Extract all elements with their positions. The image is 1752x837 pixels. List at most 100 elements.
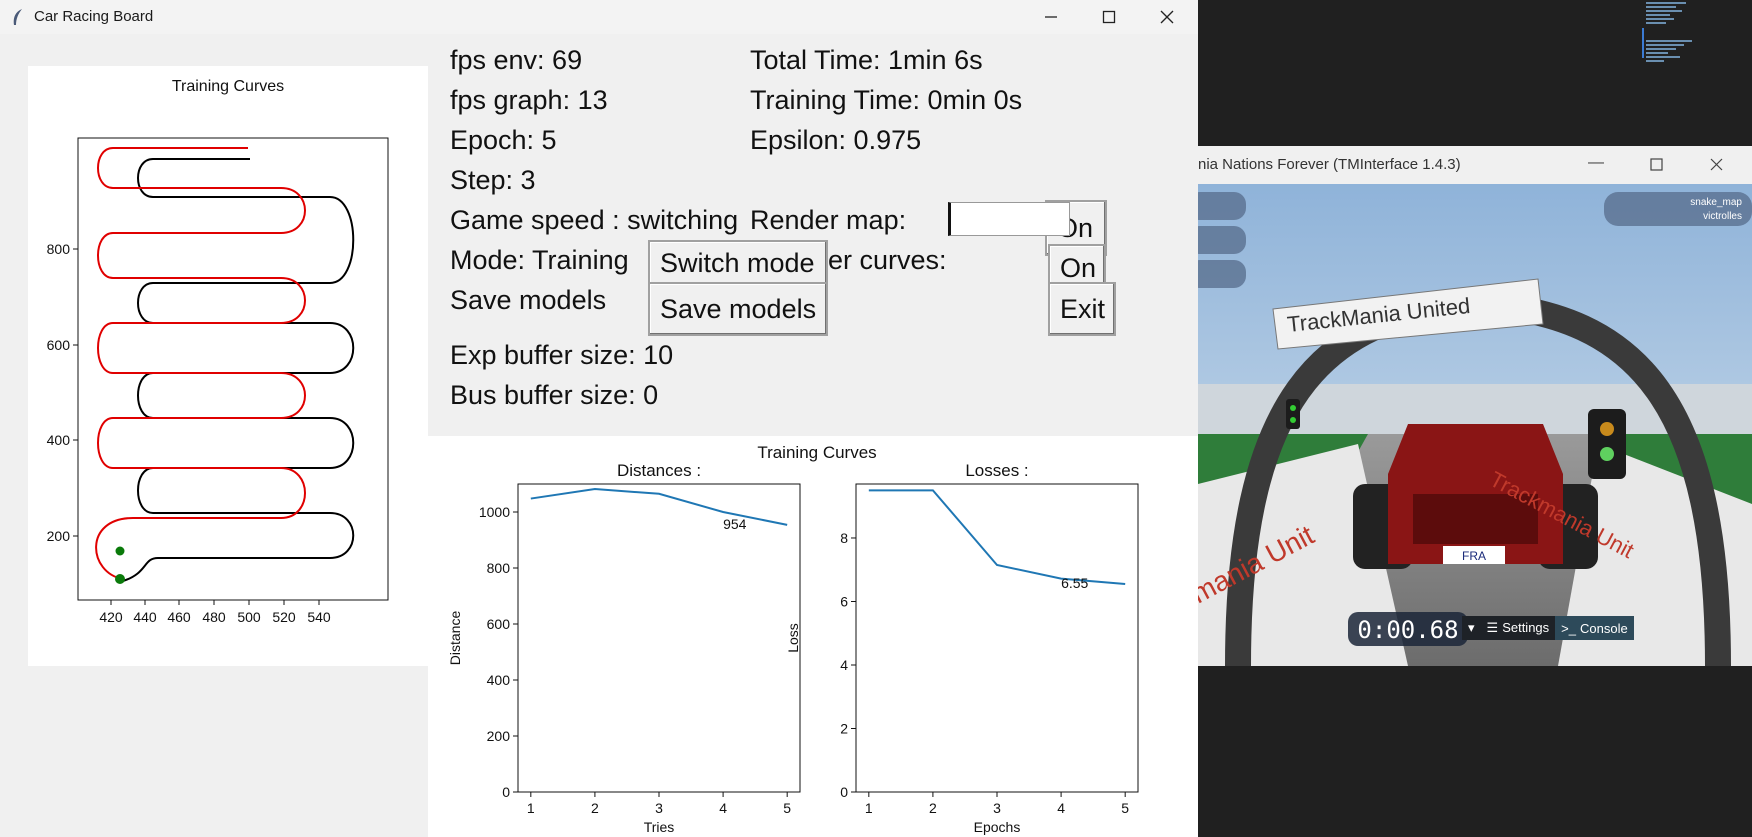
- subplot-title: Losses :: [965, 461, 1028, 480]
- track-plot-axes: [77, 137, 389, 601]
- settings-tab[interactable]: ☰ Settings: [1481, 620, 1556, 636]
- x-tick-label: 5: [1121, 800, 1129, 816]
- game-close-icon[interactable]: [1710, 158, 1723, 171]
- y-tick-label: 600: [487, 616, 511, 632]
- switch-mode-button[interactable]: Switch mode: [648, 240, 828, 286]
- track-plot: Training Curves 420 440 460 480 500 520 540 200…: [47, 78, 389, 625]
- close-icon: [1160, 10, 1174, 24]
- x-tick-label: 5: [783, 800, 791, 816]
- track-x-tick-label: 500: [237, 609, 261, 625]
- track-y-tick-label: 600: [47, 337, 71, 353]
- car-position-point: [115, 574, 125, 584]
- hud-pill-3: [1198, 260, 1246, 288]
- y-axis-label: Loss: [785, 623, 801, 653]
- race-timer: 0:00.68: [1357, 616, 1458, 644]
- x-tick-label: 4: [1057, 800, 1065, 816]
- y-tick-label: 0: [840, 784, 848, 800]
- epsilon-label: Epsilon: 0.975: [750, 125, 922, 155]
- x-tick-label: 1: [527, 800, 535, 816]
- track-y-tick-label: 200: [47, 528, 71, 544]
- track-x-tick-label: 460: [167, 609, 191, 625]
- x-tick-label: 2: [929, 800, 937, 816]
- track-y-tick-label: 800: [47, 241, 71, 257]
- y-tick-label: 6: [840, 593, 848, 609]
- game-viewport[interactable]: TrackMania United FRA mania Unit Trackma…: [1198, 184, 1752, 666]
- x-axis-label: Epochs: [974, 819, 1021, 835]
- y-tick-label: 8: [840, 530, 848, 546]
- training-curves-figure: Training Curves Distances : 1 2 3 4 5 0 200 400 6…: [428, 436, 1198, 837]
- y-axis-label: Distance: [447, 611, 463, 666]
- y-tick-label: 400: [487, 672, 511, 688]
- track-x-tick-label: 480: [202, 609, 226, 625]
- traffic-light-right: [1588, 409, 1626, 479]
- exit-button[interactable]: Exit: [1048, 282, 1116, 336]
- subplot-1: Distances : 1 2 3 4 5 0 200 400 600 800 1000 954 Trie…: [447, 461, 801, 835]
- editor-minimap: [1640, 0, 1752, 70]
- training-curves-title: Training Curves: [757, 443, 876, 462]
- x-tick-label: 1: [865, 800, 873, 816]
- track-x-tick-label: 520: [272, 609, 296, 625]
- start-point: [115, 546, 125, 556]
- bus-buffer-label: Bus buffer size: 0: [450, 380, 659, 410]
- minimize-button[interactable]: [1022, 0, 1080, 34]
- last-value-annotation: 954: [723, 516, 747, 532]
- game-speed-label: Game speed : switching: [450, 205, 739, 235]
- render-curves-label: er curves:: [828, 245, 947, 275]
- training-time-label: Training Time: 0min 0s: [750, 85, 1023, 115]
- hud-pill-2: [1198, 226, 1246, 254]
- close-button[interactable]: [1138, 0, 1196, 34]
- track-plot-panel: Training Curves 420 440 460 480 500 520 540 200…: [28, 66, 428, 666]
- collapse-icon[interactable]: ▾: [1462, 620, 1481, 636]
- exp-buffer-label: Exp buffer size: 10: [450, 340, 674, 370]
- race-scene: TrackMania United FRA mania Unit Trackma…: [1198, 184, 1752, 666]
- game-title-bar: nia Nations Forever (TMInterface 1.4.3) …: [1198, 146, 1752, 184]
- map-name: snake_map: [1690, 197, 1742, 208]
- x-tick-label: 3: [993, 800, 1001, 816]
- console-label: Console: [1580, 620, 1628, 636]
- y-tick-label: 0: [502, 784, 510, 800]
- terminal-icon: >_: [1561, 620, 1576, 636]
- training-curves-svg: Training Curves Distances : 1 2 3 4 5 0 200 400 6…: [447, 443, 1139, 835]
- track-plot-title: Training Curves: [172, 78, 284, 95]
- title-bar: Car Racing Board: [0, 0, 1198, 34]
- mode-label: Mode: Training: [450, 245, 629, 275]
- y-tick-label: 200: [487, 728, 511, 744]
- car-racing-board-window: Car Racing Board Training Curves 420 440 4…: [0, 0, 1198, 837]
- hud-pill-1: [1198, 192, 1246, 220]
- game-minimize-icon[interactable]: —: [1588, 154, 1604, 172]
- subplot-title: Distances :: [617, 461, 701, 480]
- render-map-entry[interactable]: [948, 202, 1070, 236]
- settings-label: Settings: [1502, 620, 1550, 635]
- subplot-axes: [855, 483, 1139, 793]
- step-label: Step: 3: [450, 165, 536, 195]
- trackmania-window: nia Nations Forever (TMInterface 1.4.3) …: [1198, 146, 1752, 666]
- window-title: Car Racing Board: [34, 8, 154, 25]
- exit-label: Exit: [1060, 293, 1106, 324]
- minimize-icon: [1045, 16, 1057, 18]
- game-maximize-icon[interactable]: [1650, 158, 1663, 171]
- maximize-button[interactable]: [1080, 0, 1138, 34]
- traffic-light-left: [1286, 399, 1300, 429]
- subplot-2: Losses : 1 2 3 4 5 0 2 4 6 8 6.55 Epochs Loss: [785, 461, 1139, 835]
- render-map-label: Render map:: [750, 205, 907, 235]
- map-author: victrolles: [1703, 211, 1742, 222]
- total-time-label: Total Time: 1min 6s: [750, 45, 983, 75]
- track-y-tick-label: 400: [47, 432, 71, 448]
- save-models-button-label: Save models: [660, 293, 817, 324]
- y-tick-label: 4: [840, 657, 848, 673]
- last-value-annotation: 6.55: [1061, 575, 1088, 591]
- tminterface-bar: ▾ ☰ Settings >_ Console: [1462, 616, 1634, 640]
- maximize-icon: [1102, 10, 1116, 24]
- save-models-button[interactable]: Save models: [648, 282, 828, 336]
- console-tab[interactable]: >_ Console: [1555, 616, 1634, 640]
- switch-mode-label: Switch mode: [660, 247, 815, 278]
- epoch-label: Epoch: 5: [450, 125, 557, 155]
- track-x-tick-label: 440: [133, 609, 157, 625]
- x-tick-label: 3: [655, 800, 663, 816]
- game-window-title: nia Nations Forever (TMInterface 1.4.3): [1198, 156, 1461, 173]
- save-models-label: Save models: [450, 285, 607, 315]
- x-axis-label: Tries: [644, 819, 675, 835]
- feather-icon: [13, 9, 22, 25]
- subplot-axes: [517, 483, 801, 793]
- track-x-tick-label: 420: [99, 609, 123, 625]
